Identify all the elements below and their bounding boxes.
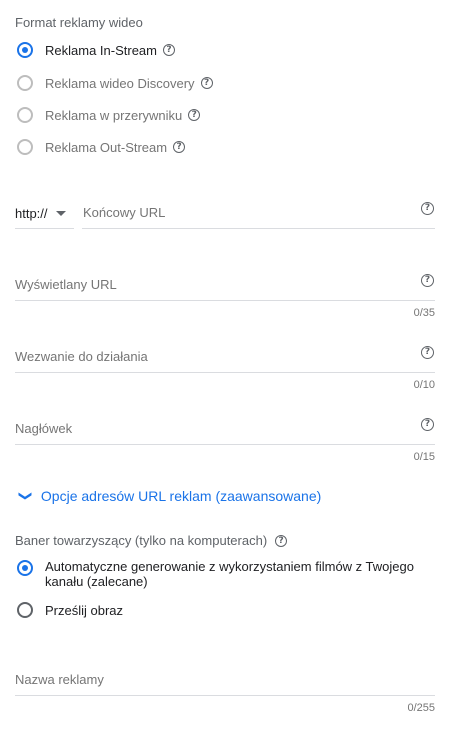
radio-in-stream-button[interactable] (17, 42, 33, 58)
ad-name-underline (15, 695, 435, 696)
protocol-value[interactable]: http:// (15, 206, 48, 221)
radio-auto-generate-label-line1[interactable]: Automatyczne generowanie z wykorzystanie… (45, 559, 414, 574)
radio-auto-generate-label-line2[interactable]: kanału (zalecane) (45, 574, 414, 589)
radio-bumper-label[interactable]: Reklama w przerywniku (45, 108, 182, 123)
companion-banner-header: Baner towarzyszący (tylko na komputerach… (15, 533, 288, 548)
radio-upload-image-label[interactable]: Prześlij obraz (45, 603, 123, 618)
dropdown-caret-icon[interactable] (55, 210, 66, 216)
radio-auto-generate[interactable]: Automatyczne generowanie z wykorzystanie… (17, 559, 414, 589)
format-section-title: Format reklamy wideo (15, 15, 143, 30)
display-url-counter: 0/35 (413, 307, 435, 319)
final-url-underline (82, 228, 435, 229)
help-icon[interactable]: ? (173, 141, 186, 153)
protocol-select[interactable]: http:// (15, 203, 75, 223)
radio-in-stream-label[interactable]: Reklama In-Stream (45, 43, 157, 58)
ad-name-counter: 0/255 (407, 702, 435, 714)
protocol-underline (15, 228, 74, 229)
advanced-url-options-link[interactable]: Opcje adresów URL reklam (zaawansowane) (41, 488, 321, 504)
advanced-url-options-toggle[interactable]: ❯ Opcje adresów URL reklam (zaawansowane… (17, 488, 321, 504)
help-icon[interactable]: ? (275, 534, 288, 547)
help-icon[interactable]: ? (421, 202, 434, 215)
display-url-input[interactable]: Wyświetlany URL (15, 277, 117, 292)
cta-underline (15, 372, 435, 373)
radio-bumper-button[interactable] (17, 107, 33, 123)
radio-out-stream-label[interactable]: Reklama Out-Stream (45, 140, 167, 155)
cta-counter: 0/10 (413, 379, 435, 391)
radio-auto-generate-button[interactable] (17, 560, 33, 576)
radio-discovery-button[interactable] (17, 75, 33, 91)
help-icon[interactable]: ? (421, 274, 434, 287)
companion-banner-title: Baner towarzyszący (tylko na komputerach… (15, 533, 268, 548)
radio-discovery-label[interactable]: Reklama wideo Discovery (45, 76, 195, 91)
help-icon[interactable]: ? (188, 109, 201, 121)
radio-upload-image-button[interactable] (17, 602, 33, 618)
help-icon[interactable]: ? (421, 418, 434, 431)
radio-discovery[interactable]: Reklama wideo Discovery ? (17, 72, 213, 94)
help-icon[interactable]: ? (200, 77, 213, 89)
final-url-input[interactable]: Końcowy URL (83, 205, 165, 220)
headline-underline (15, 444, 435, 445)
radio-out-stream-button[interactable] (17, 139, 33, 155)
help-icon[interactable]: ? (162, 44, 175, 56)
radio-in-stream[interactable]: Reklama In-Stream ? (17, 39, 175, 61)
help-icon[interactable]: ? (421, 346, 434, 359)
ad-name-input[interactable]: Nazwa reklamy (15, 672, 104, 687)
chevron-down-icon[interactable]: ❯ (17, 491, 33, 502)
display-url-underline (15, 300, 435, 301)
radio-bumper[interactable]: Reklama w przerywniku ? (17, 104, 201, 126)
headline-input[interactable]: Nagłówek (15, 421, 72, 436)
radio-upload-image[interactable]: Prześlij obraz (17, 599, 123, 621)
headline-counter: 0/15 (413, 451, 435, 463)
cta-input[interactable]: Wezwanie do działania (15, 349, 148, 364)
radio-out-stream[interactable]: Reklama Out-Stream ? (17, 136, 186, 158)
